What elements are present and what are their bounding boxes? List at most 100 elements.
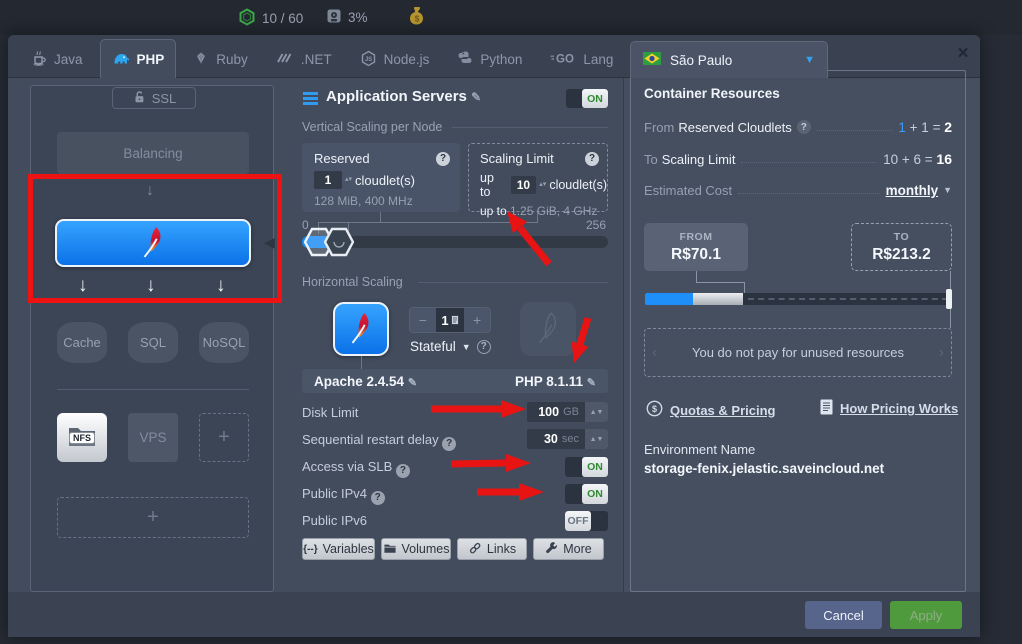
help-icon[interactable]: ? [396, 464, 410, 478]
row-label: Scaling Limit [662, 152, 736, 167]
layer-menu-icon[interactable] [303, 92, 318, 105]
restart-delay-label: Sequential restart delay ? [302, 432, 456, 451]
volumes-button[interactable]: Volumes [381, 538, 451, 560]
environment-name-label: Environment Name [644, 442, 755, 457]
link-label: How Pricing Works [840, 401, 958, 416]
cache-node-slot[interactable]: Cache [57, 322, 107, 363]
slb-toggle[interactable]: ON [565, 457, 608, 477]
price-bar-from-segment [645, 293, 693, 305]
toggle-state: ON [582, 484, 608, 504]
up-to-label: up to [480, 171, 508, 199]
tab-java[interactable]: Java [20, 42, 94, 77]
carousel-next-icon[interactable]: › [939, 344, 944, 362]
disk-limit-input[interactable]: 100 GB [527, 402, 585, 422]
billing-period-dropdown[interactable]: monthly [886, 183, 939, 198]
edit-icon[interactable]: ✎ [408, 377, 417, 389]
connector [380, 212, 381, 222]
ssl-lock-icon [132, 90, 146, 107]
tab-dotnet[interactable]: .NET [265, 42, 343, 77]
document-icon [820, 399, 833, 418]
tab-nodejs[interactable]: JS Node.js [349, 42, 441, 77]
help-icon[interactable]: ? [797, 120, 811, 134]
more-button[interactable]: More [533, 538, 604, 560]
folder-icon [383, 542, 397, 557]
apache-node-icon-box[interactable] [333, 302, 389, 356]
stepper-arrows[interactable]: ▴▾ [539, 182, 546, 188]
help-icon[interactable]: ? [477, 340, 491, 354]
edit-icon[interactable]: ✎ [587, 377, 596, 389]
vps-node-slot[interactable]: VPS [128, 413, 178, 462]
connector [696, 282, 745, 283]
apache-version[interactable]: Apache 2.4.54 ✎ [314, 374, 417, 389]
help-icon[interactable]: ? [371, 491, 385, 505]
cancel-button[interactable]: Cancel [805, 601, 882, 629]
toggle-state: ON [582, 457, 608, 477]
stepper-buttons[interactable]: ▲▼ [585, 429, 608, 449]
sql-node-slot[interactable]: SQL [128, 322, 178, 363]
layer-power-toggle[interactable]: ON [566, 89, 608, 108]
tab-ruby[interactable]: Ruby [182, 42, 259, 77]
decrease-nodes-button[interactable]: − [410, 308, 436, 332]
divider [418, 282, 608, 283]
row-label: Estimated Cost [644, 183, 732, 198]
increase-nodes-button[interactable]: + [464, 308, 490, 332]
apache-feather-icon [140, 226, 166, 261]
restart-delay-control: 30 sec ▲▼ [527, 429, 608, 449]
attach-chevron-icon: ◀ [264, 234, 275, 251]
links-button[interactable]: Links [457, 538, 527, 560]
add-layer-slot[interactable]: + [57, 497, 249, 538]
ipv6-toggle[interactable]: OFF [565, 511, 608, 531]
edit-icon[interactable]: ✎ [471, 90, 481, 104]
reserved-detail: 128 MiB, 400 MHz [302, 189, 460, 208]
quotas-pricing-link[interactable]: $ Quotas & Pricing [646, 400, 775, 420]
apply-button[interactable]: Apply [890, 601, 962, 629]
ipv4-toggle[interactable]: ON [565, 484, 608, 504]
how-pricing-works-link[interactable]: How Pricing Works [820, 399, 958, 418]
add-node-slot[interactable]: + [199, 413, 249, 462]
carousel-prev-icon[interactable]: ‹ [652, 344, 657, 362]
chain-icon [468, 541, 482, 558]
chevron-down-icon[interactable]: ▼ [804, 54, 815, 66]
apache-server-node[interactable] [55, 219, 251, 267]
scaling-limit-title: Scaling Limit [480, 151, 554, 166]
region-name: São Paulo [670, 53, 732, 68]
restart-delay-input[interactable]: 30 sec [527, 429, 585, 449]
node-count-value[interactable]: 1 [436, 308, 465, 332]
stepper-arrows[interactable]: ▴▾ [345, 177, 352, 183]
reserved-title: Reserved [314, 151, 370, 166]
row-value-highlight: 1 [898, 120, 906, 135]
version-bar: Apache 2.4.54 ✎ PHP 8.1.11 ✎ [302, 369, 608, 393]
nfs-storage-node[interactable]: NFS [57, 413, 107, 462]
balancing-node[interactable]: Balancing [57, 132, 249, 174]
help-icon[interactable]: ? [585, 152, 599, 166]
scaling-limit-unit: cloudlet(s) [549, 178, 607, 192]
php-version[interactable]: PHP 8.1.11 ✎ [515, 374, 596, 389]
slider-handle-limit[interactable] [324, 226, 354, 261]
tab-php[interactable]: PHP [100, 39, 177, 78]
scaling-limit-input[interactable]: 10 [511, 176, 537, 194]
price-from-box: FROM R$70.1 [644, 223, 748, 271]
reserved-cloudlets-input[interactable]: 1 [314, 171, 342, 189]
tab-label: Ruby [216, 52, 248, 67]
brazil-flag-icon [643, 52, 661, 68]
tab-golang[interactable]: GO Lang [539, 42, 624, 77]
help-icon[interactable]: ? [436, 152, 450, 166]
node-count-stepper: − 1 + [409, 307, 491, 333]
region-tab[interactable]: São Paulo ▼ [630, 41, 828, 78]
ghost-node-slot[interactable] [520, 302, 576, 356]
help-icon[interactable]: ? [442, 437, 456, 451]
scaling-mode-dropdown[interactable]: Stateful ▼ ? [410, 339, 491, 354]
close-icon[interactable]: × [952, 43, 974, 65]
reserved-unit: cloudlet(s) [355, 173, 415, 188]
ssl-toggle-chip[interactable]: SSL [112, 87, 196, 109]
variables-button[interactable]: {--} Variables [302, 538, 375, 560]
row-label: Reserved Cloudlets [678, 120, 791, 135]
stepper-buttons[interactable]: ▲▼ [585, 402, 608, 422]
ghost-feather-icon [535, 312, 561, 347]
plus-icon: + [147, 506, 159, 529]
cloudlet-usage: 10 / 60 [238, 8, 303, 29]
nosql-node-slot[interactable]: NoSQL [199, 322, 249, 363]
nfs-folder-icon: NFS [67, 424, 97, 451]
chevron-down-icon[interactable]: ▼ [943, 185, 952, 195]
tab-python[interactable]: Python [446, 42, 533, 77]
